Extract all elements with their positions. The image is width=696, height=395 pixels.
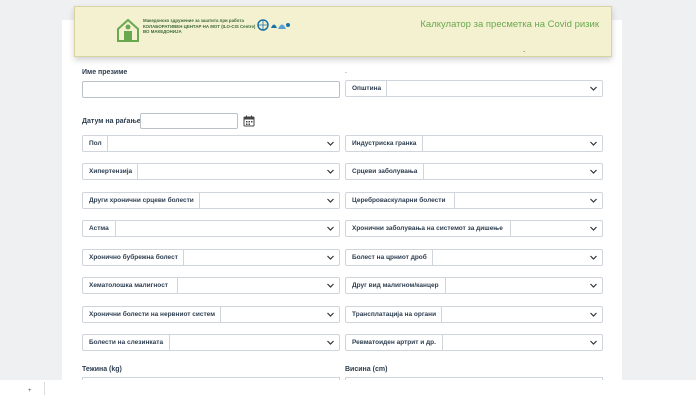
heart-disease-select[interactable]: Срцеви заболувања — [345, 163, 603, 180]
chevron-down-icon — [590, 86, 597, 91]
select-separator — [422, 136, 423, 151]
municipality-select[interactable]: Општина — [345, 80, 603, 97]
chevron-down-icon — [590, 198, 597, 203]
asthma-label: Астма — [89, 225, 109, 232]
gender-label: Пол — [89, 140, 102, 147]
chevron-down-icon — [590, 312, 597, 317]
cerebrovascular-disease-label: Цереброваскуларни болести — [352, 197, 446, 204]
select-separator — [199, 193, 200, 208]
select-separator — [432, 250, 433, 265]
bottom-divider — [44, 382, 45, 395]
weight-label: Тежина (kg) — [82, 366, 122, 373]
spleen-disease-label: Болести на слезинката — [89, 339, 164, 346]
select-separator — [220, 307, 221, 322]
chevron-down-icon — [327, 340, 334, 345]
header-banner: Македонско здружение за заштита при рабо… — [74, 6, 612, 57]
kidney-disease-label: Хронично бубрежна болест — [89, 254, 178, 261]
select-separator — [177, 278, 178, 293]
liver-disease-select[interactable]: Болест на црниот дроб — [345, 249, 603, 266]
select-separator — [423, 164, 424, 179]
gender-select[interactable]: Пол — [82, 135, 340, 152]
dob-label: Датум на раѓање: — [82, 118, 144, 125]
app-title: Калкулатор за пресметка на Covid ризик — [420, 19, 599, 30]
other-heart-disease-select[interactable]: Други хронични срцеви болести — [82, 192, 340, 209]
bottom-mark: + — [28, 388, 32, 394]
name-input[interactable] — [82, 81, 340, 98]
select-separator — [442, 335, 443, 350]
hypertension-select[interactable]: Хипертензија — [82, 163, 340, 180]
organ-transplant-label: Трансплатација на органи — [352, 311, 437, 318]
respiratory-disease-select[interactable]: Хронични заболувања на системот за дишењ… — [345, 220, 603, 237]
chevron-down-icon — [327, 312, 334, 317]
chevron-down-icon — [327, 141, 334, 146]
other-cancer-label: Друг вид малигном/канцер — [352, 282, 439, 289]
nervous-system-disease-label: Хронични болести на нервниот систем — [89, 311, 216, 318]
select-separator — [107, 136, 108, 151]
liver-disease-label: Болест на црниот дроб — [352, 254, 427, 261]
heart-disease-label: Срцеви заболувања — [352, 168, 418, 175]
spleen-disease-select[interactable]: Болести на слезинката — [82, 334, 340, 351]
chevron-down-icon — [590, 226, 597, 231]
select-separator — [137, 164, 138, 179]
organization-logo: Македонско здружение за заштита при рабо… — [115, 16, 315, 46]
select-separator — [386, 81, 387, 96]
logo-text: Македонско здружение за заштита при рабо… — [143, 18, 256, 35]
rheumatoid-arthritis-label: Ревматоиден артрит и др. — [352, 339, 436, 346]
chevron-down-icon — [590, 141, 597, 146]
chevron-down-icon — [327, 226, 334, 231]
hematologic-malignancy-select[interactable]: Хематолошка малигност — [82, 277, 340, 294]
select-separator — [510, 221, 511, 236]
ilo-globe-icon — [257, 19, 290, 31]
chevron-down-icon — [590, 340, 597, 345]
chevron-down-icon — [327, 255, 334, 260]
select-separator — [115, 221, 116, 236]
chevron-down-icon — [327, 169, 334, 174]
chevron-down-icon — [590, 255, 597, 260]
house-logo-icon — [117, 18, 139, 42]
kidney-disease-select[interactable]: Хронично бубрежна болест — [82, 249, 340, 266]
select-separator — [183, 250, 184, 265]
organ-transplant-select[interactable]: Трансплатација на органи — [345, 306, 603, 323]
height-label: Висина (cm) — [345, 366, 388, 373]
nervous-system-disease-select[interactable]: Хронични болести на нервниот систем — [82, 306, 340, 323]
other-cancer-select[interactable]: Друг вид малигном/канцер — [345, 277, 603, 294]
select-separator — [169, 335, 170, 350]
name-label: Име презиме — [82, 69, 128, 76]
dob-input[interactable] — [140, 113, 238, 129]
calendar-icon[interactable] — [243, 115, 255, 127]
partner-logos — [257, 19, 291, 38]
respiratory-disease-label: Хронични заболувања на системот за дишењ… — [352, 225, 503, 232]
asthma-select[interactable]: Астма — [82, 220, 340, 237]
chevron-down-icon — [590, 169, 597, 174]
bottom-strip — [0, 380, 696, 395]
hematologic-malignancy-label: Хематолошка малигност — [89, 282, 168, 289]
rheumatoid-arthritis-select[interactable]: Ревматоиден артрит и др. — [345, 334, 603, 351]
cerebrovascular-disease-select[interactable]: Цереброваскуларни болести — [345, 192, 603, 209]
select-separator — [445, 278, 446, 293]
other-heart-disease-label: Други хронични срцеви болести — [89, 197, 194, 204]
header-dot: . — [523, 45, 526, 54]
chevron-down-icon — [327, 198, 334, 203]
industry-label: Индустриска гранка — [352, 140, 417, 147]
chevron-down-icon — [590, 283, 597, 288]
select-separator — [441, 307, 442, 322]
hypertension-label: Хипертензија — [89, 168, 133, 175]
select-separator — [454, 193, 455, 208]
municipality-label: Општина — [352, 85, 382, 92]
industry-select[interactable]: Индустриска гранка — [345, 135, 603, 152]
chevron-down-icon — [327, 283, 334, 288]
municipality-dot: . — [345, 68, 347, 75]
